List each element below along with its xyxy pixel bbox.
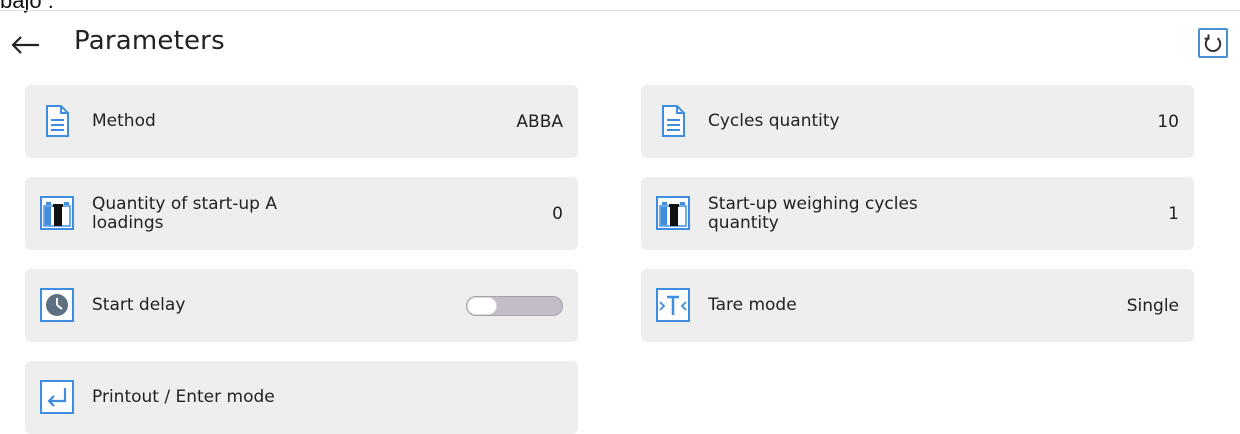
top-fragment-text: bajo : [0,0,54,13]
startup-loadings-tile[interactable]: Quantity of start-up A loadings 0 [25,177,578,250]
tare-mode-tile[interactable]: Tare mode Single [641,269,1194,342]
startup-cycles-tile[interactable]: Start-up weighing cycles quantity 1 [641,177,1194,250]
arrow-left-icon [11,36,39,54]
weight-icon [656,196,690,230]
page-title: Parameters [74,26,225,56]
top-divider [0,10,1240,11]
method-label: Method [92,111,156,131]
document-icon [656,104,690,138]
start-delay-label: Start delay [92,295,186,315]
method-value: ABBA [516,111,563,132]
start-delay-toggle[interactable] [466,296,563,316]
document-icon [40,104,74,138]
startup-cycles-label: Start-up weighing cycles quantity [708,193,918,233]
back-button[interactable] [8,28,42,62]
clock-icon [40,288,74,322]
tare-mode-label: Tare mode [708,295,797,315]
cycles-quantity-label: Cycles quantity [708,111,840,131]
header-bar: Parameters [0,22,1240,68]
refresh-button[interactable] [1198,28,1228,58]
startup-cycles-value: 1 [1168,203,1179,224]
tare-icon [656,288,690,322]
toggle-knob [467,297,497,315]
cycles-quantity-value: 10 [1157,111,1179,132]
printout-enter-mode-label: Printout / Enter mode [92,387,275,407]
weight-icon [40,196,74,230]
printout-enter-mode-tile[interactable]: Printout / Enter mode [25,361,578,434]
start-delay-tile[interactable]: Start delay [25,269,578,342]
cycles-quantity-tile[interactable]: Cycles quantity 10 [641,85,1194,158]
enter-icon [40,380,74,414]
tare-mode-value: Single [1126,295,1179,316]
startup-loadings-value: 0 [552,203,563,224]
method-tile[interactable]: Method ABBA [25,85,578,158]
refresh-icon [1204,34,1222,53]
startup-loadings-label: Quantity of start-up A loadings [92,193,277,233]
